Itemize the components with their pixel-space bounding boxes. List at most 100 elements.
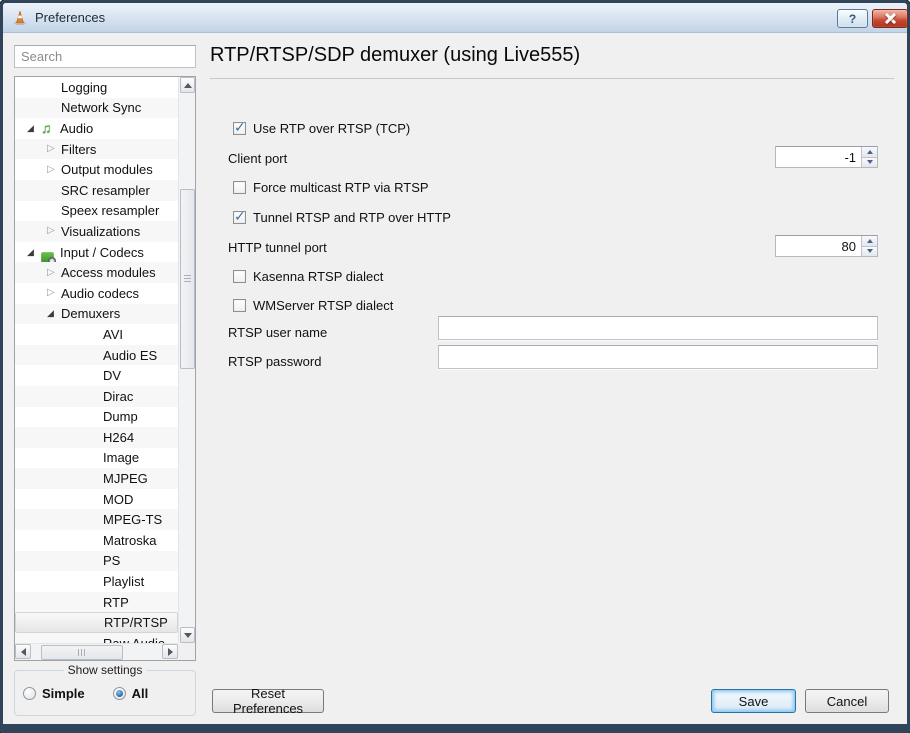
show-settings-legend: Show settings — [64, 663, 147, 677]
rtsp-user-label: RTSP user name — [228, 325, 327, 340]
simple-radio[interactable] — [23, 687, 36, 700]
client-port-label: Client port — [228, 151, 287, 166]
spin-down-icon — [867, 249, 873, 253]
reset-preferences-button[interactable]: Reset Preferences — [212, 689, 324, 713]
tree-item-visualizations[interactable]: ▷Visualizations — [15, 221, 178, 242]
client-port-spinner[interactable]: -1 — [775, 146, 878, 168]
tree-item-label: Network Sync — [61, 100, 141, 115]
tree-rows: LoggingNetwork Sync◢♫Audio▷Filters▷Outpu… — [15, 77, 178, 643]
tree-item-audio-codecs[interactable]: ▷Audio codecs — [15, 283, 178, 304]
tree-item-label: Image — [103, 450, 139, 465]
tree-item-speex-resampler[interactable]: Speex resampler — [15, 201, 178, 222]
audio-icon: ♫ — [41, 121, 60, 135]
collapse-arrow-icon[interactable]: ▷ — [47, 226, 61, 236]
spin-down-icon — [867, 160, 873, 164]
tree-item-matroska[interactable]: Matroska — [15, 530, 178, 551]
spin-up-button[interactable] — [862, 236, 877, 246]
tree-item-input-codecs[interactable]: ◢Input / Codecs — [15, 242, 178, 263]
down-arrow-icon — [184, 633, 192, 638]
tree-item-label: Audio codecs — [61, 286, 139, 301]
horizontal-scroll-thumb[interactable] — [41, 645, 123, 660]
tree-item-label: Logging — [61, 80, 107, 95]
tree-item-output-modules[interactable]: ▷Output modules — [15, 159, 178, 180]
tree-item-label: MPEG-TS — [103, 512, 162, 527]
kasenna-checkbox[interactable] — [233, 270, 246, 283]
tree-item-raw-audio[interactable]: Raw Audio — [15, 633, 178, 643]
http-tunnel-port-spinner[interactable]: 80 — [775, 235, 878, 257]
spin-up-icon — [867, 150, 873, 154]
scroll-down-button[interactable] — [180, 627, 195, 643]
use-rtp-over-rtsp-checkbox[interactable] — [233, 122, 246, 135]
client-port-value: -1 — [776, 147, 861, 167]
spin-down-button[interactable] — [862, 246, 877, 257]
scroll-up-button[interactable] — [180, 77, 195, 93]
cancel-label: Cancel — [827, 694, 867, 709]
tree-item-logging[interactable]: Logging — [15, 77, 178, 98]
save-button[interactable]: Save — [711, 689, 796, 713]
expand-arrow-icon[interactable]: ◢ — [47, 309, 61, 318]
spin-up-button[interactable] — [862, 147, 877, 157]
preferences-tree: LoggingNetwork Sync◢♫Audio▷Filters▷Outpu… — [14, 76, 196, 661]
collapse-arrow-icon[interactable]: ▷ — [47, 165, 61, 175]
scroll-left-button[interactable] — [15, 644, 31, 659]
scrollbar-corner — [178, 643, 195, 660]
tree-item-dump[interactable]: Dump — [15, 407, 178, 428]
tree-item-label: H264 — [103, 430, 134, 445]
show-settings-group: Show settings Simple All — [14, 670, 196, 716]
tree-item-audio[interactable]: ◢♫Audio — [15, 118, 178, 139]
tree-item-playlist[interactable]: Playlist — [15, 571, 178, 592]
tree-item-label: Filters — [61, 142, 96, 157]
search-input[interactable] — [14, 45, 196, 68]
tree-item-mpeg-ts[interactable]: MPEG-TS — [15, 509, 178, 530]
tunnel-http-row: Tunnel RTSP and RTP over HTTP — [233, 210, 451, 225]
vertical-scrollbar[interactable] — [178, 77, 195, 643]
reset-preferences-label: Reset Preferences — [223, 686, 313, 716]
tree-item-dv[interactable]: DV — [15, 365, 178, 386]
wmserver-row: WMServer RTSP dialect — [233, 298, 393, 313]
tree-item-label: Matroska — [103, 533, 156, 548]
collapse-arrow-icon[interactable]: ▷ — [47, 288, 61, 298]
horizontal-scrollbar[interactable] — [15, 643, 178, 660]
close-button[interactable] — [872, 9, 908, 28]
all-radio[interactable] — [113, 687, 126, 700]
rtsp-password-input[interactable] — [438, 345, 878, 369]
tree-item-label: RTP/RTSP — [104, 615, 168, 630]
tree-item-demuxers[interactable]: ◢Demuxers — [15, 304, 178, 325]
all-radio-label: All — [132, 686, 149, 701]
tree-item-access-modules[interactable]: ▷Access modules — [15, 262, 178, 283]
titlebar[interactable]: Preferences ? — [3, 3, 907, 33]
tree-item-rtp-rtsp[interactable]: RTP/RTSP — [15, 612, 178, 633]
force-multicast-checkbox[interactable] — [233, 181, 246, 194]
tree-item-avi[interactable]: AVI — [15, 324, 178, 345]
tree-item-label: Raw Audio — [103, 636, 165, 643]
spin-down-button[interactable] — [862, 157, 877, 168]
tree-item-mod[interactable]: MOD — [15, 489, 178, 510]
tree-item-label: Speex resampler — [61, 203, 159, 218]
vertical-scroll-thumb[interactable] — [180, 189, 195, 369]
cancel-button[interactable]: Cancel — [805, 689, 889, 713]
tree-item-image[interactable]: Image — [15, 448, 178, 469]
help-button[interactable]: ? — [837, 9, 868, 28]
tree-item-network-sync[interactable]: Network Sync — [15, 98, 178, 119]
kasenna-label: Kasenna RTSP dialect — [253, 269, 383, 284]
tree-item-h264[interactable]: H264 — [15, 427, 178, 448]
tree-item-dirac[interactable]: Dirac — [15, 386, 178, 407]
wmserver-label: WMServer RTSP dialect — [253, 298, 393, 313]
tree-item-filters[interactable]: ▷Filters — [15, 139, 178, 160]
tree-item-audio-es[interactable]: Audio ES — [15, 345, 178, 366]
up-arrow-icon — [184, 83, 192, 88]
collapse-arrow-icon[interactable]: ▷ — [47, 268, 61, 278]
expand-arrow-icon[interactable]: ◢ — [27, 124, 41, 133]
scroll-right-button[interactable] — [162, 644, 178, 659]
tunnel-http-checkbox[interactable] — [233, 211, 246, 224]
tree-item-rtp[interactable]: RTP — [15, 592, 178, 613]
tree-item-mjpeg[interactable]: MJPEG — [15, 468, 178, 489]
rtsp-user-input[interactable] — [438, 316, 878, 340]
tree-item-src-resampler[interactable]: SRC resampler — [15, 180, 178, 201]
tree-item-ps[interactable]: PS — [15, 551, 178, 572]
collapse-arrow-icon[interactable]: ▷ — [47, 144, 61, 154]
wmserver-checkbox[interactable] — [233, 299, 246, 312]
show-settings-options: Simple All — [23, 686, 191, 701]
expand-arrow-icon[interactable]: ◢ — [27, 248, 41, 257]
force-multicast-label: Force multicast RTP via RTSP — [253, 180, 429, 195]
